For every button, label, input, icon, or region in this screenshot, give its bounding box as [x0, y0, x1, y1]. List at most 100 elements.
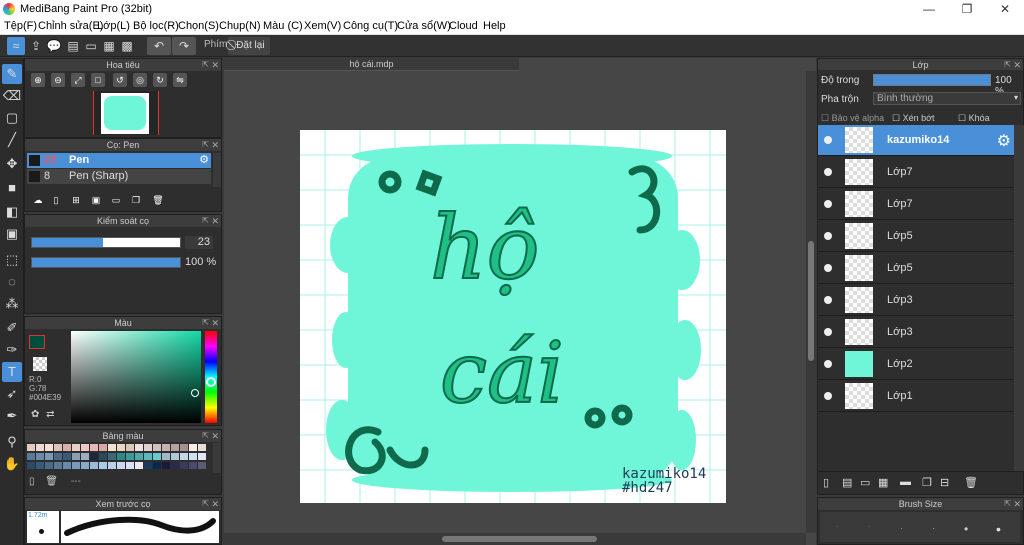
new-layer-icon[interactable]: ▯	[823, 476, 829, 489]
popout-icon[interactable]: ⇱	[202, 430, 209, 442]
palette-swatch[interactable]	[153, 453, 161, 460]
layer-row[interactable]: Lớp2	[818, 349, 1014, 380]
menu-cloud[interactable]: Cloud	[449, 20, 478, 32]
halftone-layer-icon[interactable]: ▦	[878, 476, 888, 489]
hue-slider[interactable]	[205, 331, 217, 423]
panel-close-icon[interactable]: ✕	[211, 215, 219, 227]
color-picker-cursor[interactable]	[191, 389, 199, 397]
horizontal-scroll-thumb[interactable]	[442, 536, 597, 542]
panel-close-icon[interactable]: ✕	[1013, 498, 1021, 510]
blend-mode-select[interactable]: Bình thường ▾	[873, 92, 1021, 105]
panel-close-icon[interactable]: ✕	[211, 317, 219, 329]
palette-swatch[interactable]	[27, 444, 35, 451]
lock-checkbox[interactable]: ☐ Khóa	[958, 113, 990, 124]
palette-swatch[interactable]	[45, 444, 53, 451]
popout-icon[interactable]: ⇱	[202, 498, 209, 510]
layer-row[interactable]: Lớp7	[818, 189, 1014, 220]
palette-swatch[interactable]	[162, 453, 170, 460]
palette-swatch[interactable]	[45, 453, 53, 460]
dropper-tool-icon[interactable]: ✒	[2, 406, 22, 426]
layers-scrollbar[interactable]	[1014, 125, 1024, 471]
rotate-right-icon[interactable]: ↻	[153, 73, 167, 87]
menu-color[interactable]: Màu (C)	[263, 20, 303, 32]
merge-layer-icon[interactable]: ⊟	[940, 476, 949, 489]
brush-size-grid[interactable]: · · · · • •	[820, 512, 1020, 542]
zoom-in-icon[interactable]: ⊕	[31, 73, 45, 87]
visibility-eye-icon[interactable]	[824, 200, 832, 208]
palette-swatch[interactable]	[126, 462, 134, 469]
palette-swatch[interactable]	[99, 444, 107, 451]
palette-swatch[interactable]	[54, 444, 62, 451]
folder-icon[interactable]: ▭	[109, 193, 123, 207]
canvas-horizontal-scrollbar[interactable]	[224, 533, 806, 545]
popout-icon[interactable]: ⇱	[202, 317, 209, 329]
palette-swatch[interactable]	[180, 462, 188, 469]
select-eraser-icon[interactable]: ✑	[2, 340, 22, 360]
select-pen-icon[interactable]: ✐	[2, 318, 22, 338]
palette-swatch[interactable]	[108, 453, 116, 460]
palette-swatch[interactable]	[45, 462, 53, 469]
maximize-icon[interactable]: ❐	[948, 0, 986, 18]
palette-swatch[interactable]	[99, 462, 107, 469]
brush-item-pen[interactable]: 23 Pen ⚙	[27, 153, 211, 168]
palette-swatch[interactable]	[54, 453, 62, 460]
tile-icon[interactable]: ▩	[118, 37, 136, 55]
panel-close-icon[interactable]: ✕	[1013, 59, 1021, 71]
undo-icon[interactable]: ↶	[147, 37, 171, 55]
layer-row[interactable]: Lớp5	[818, 253, 1014, 284]
duplicate-icon[interactable]: ❐	[129, 193, 143, 207]
size-dot[interactable]: •	[996, 521, 1001, 537]
document-tab[interactable]: hộ cái.mdp	[224, 58, 519, 71]
brush-tool-icon[interactable]: ✎	[2, 64, 22, 84]
popout-icon[interactable]: ⇱	[1004, 59, 1011, 71]
palette-swatch[interactable]	[81, 462, 89, 469]
palette-swatch[interactable]	[162, 444, 170, 451]
new-layer-1bit-icon[interactable]: ▭	[860, 476, 870, 489]
brush-image-icon[interactable]: ▣	[89, 193, 103, 207]
canvas-area[interactable]: hộ cái.mdp hộ cái kazumiko14 #hd247	[224, 58, 816, 545]
popout-icon[interactable]: ⇱	[202, 59, 209, 71]
palette-swatch[interactable]	[198, 462, 206, 469]
trash-icon[interactable]: 🗑	[45, 476, 58, 487]
palette-swatch[interactable]	[36, 444, 44, 451]
menu-layer[interactable]: Lớp(L)	[97, 20, 130, 32]
comment-icon[interactable]: 💬	[45, 37, 63, 55]
palette-swatch[interactable]	[63, 453, 71, 460]
panel-close-icon[interactable]: ✕	[211, 139, 219, 151]
new-palette-icon[interactable]: ▯	[29, 476, 35, 487]
visibility-eye-icon[interactable]	[824, 232, 832, 240]
hand-tool-icon[interactable]: ✋	[2, 454, 22, 474]
navigator-viewport[interactable]	[93, 91, 159, 135]
line-tool-icon[interactable]: ╱	[2, 130, 22, 150]
background-color-swatch[interactable]	[33, 357, 47, 371]
visibility-eye-icon[interactable]	[824, 392, 832, 400]
menu-help[interactable]: Help	[483, 20, 506, 32]
menu-capture[interactable]: Chụp(N)	[219, 20, 261, 32]
eyedropper-icon[interactable]: ⚲	[2, 432, 22, 452]
duplicate-layer-icon[interactable]: ❐	[922, 476, 932, 489]
palette-swatch[interactable]	[81, 453, 89, 460]
bucket-tool-icon[interactable]: ◧	[2, 202, 22, 222]
rotate-left-icon[interactable]: ↺	[113, 73, 127, 87]
palette-swatch[interactable]	[144, 453, 152, 460]
palette-swatch[interactable]	[90, 444, 98, 451]
palette-swatch[interactable]	[171, 453, 179, 460]
size-slider[interactable]	[31, 237, 181, 248]
protect-alpha-checkbox[interactable]: ☐ Bảo vệ alpha	[821, 113, 884, 124]
popout-icon[interactable]: ⇱	[202, 215, 209, 227]
palette-swatch[interactable]	[153, 462, 161, 469]
shape-tool-icon[interactable]: ▢	[2, 108, 22, 128]
palette-swatch[interactable]	[36, 462, 44, 469]
select-rect-icon[interactable]: ⬚	[2, 250, 22, 270]
panel-close-icon[interactable]: ✕	[211, 498, 219, 510]
palette-swatch[interactable]	[27, 462, 35, 469]
size-dot[interactable]: ·	[932, 523, 935, 534]
visibility-eye-icon[interactable]	[824, 264, 832, 272]
palette-swatch[interactable]	[72, 462, 80, 469]
text-tool-icon[interactable]: T	[2, 362, 22, 382]
actual-size-icon[interactable]: □	[91, 73, 105, 87]
size-dot[interactable]: ·	[868, 524, 870, 530]
visibility-eye-icon[interactable]	[824, 296, 832, 304]
visibility-eye-icon[interactable]	[824, 328, 832, 336]
move-tool-icon[interactable]: ✥	[2, 154, 22, 174]
